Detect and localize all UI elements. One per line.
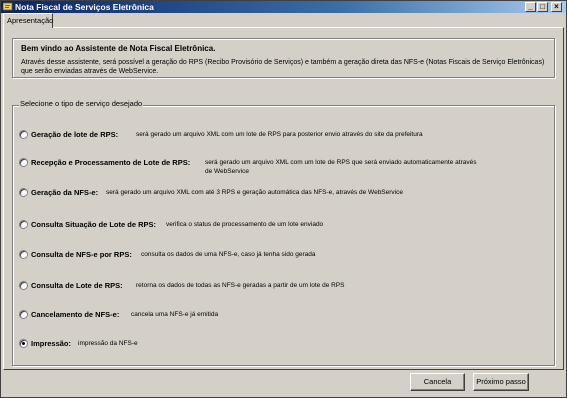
option-label: Consulta Situação de Lote de RPS: [31,220,157,229]
cancel-button[interactable]: Cancela [410,373,465,391]
option-description-line2: de WebService [205,168,249,175]
option-description: será gerado um arquivo XML com até 3 RPS… [106,189,403,196]
tab-apresentacao[interactable]: Apresentação [3,13,53,28]
option-description: impressão da NFS-e [78,340,138,347]
close-button[interactable]: × [551,2,562,12]
radio-button[interactable] [19,250,28,259]
maximize-button[interactable]: □ [537,2,548,12]
radio-button[interactable] [19,158,28,167]
service-group-box [12,105,555,366]
option-label: Geração da NFS-e: [31,188,99,197]
minimize-button[interactable]: _ [525,2,536,12]
option-description: retorna os dados de todas as NFS-e gerad… [136,282,345,289]
radio-button[interactable] [19,339,28,348]
radio-button[interactable] [19,220,28,229]
option-description: verifica o status de processamento de um… [166,221,324,228]
intro-box: Bem vindo ao Assistente de Nota Fiscal E… [12,38,555,78]
option-label: Cancelamento de NFS-e: [31,310,120,319]
option-label: Consulta de NFS-e por RPS: [31,250,132,259]
radio-button[interactable] [19,188,28,197]
option-label: Recepção e Processamento de Lote de RPS: [31,158,191,167]
title-bar[interactable]: Nota Fiscal de Serviços Eletrônica _ □ × [1,1,566,13]
main-window: Nota Fiscal de Serviços Eletrônica _ □ ×… [0,0,567,398]
window-title: Nota Fiscal de Serviços Eletrônica [15,2,154,12]
option-label: Impressão: [31,339,72,348]
option-label: Geração de lote de RPS: [31,130,119,139]
option-description: será gerado um arquivo XML com um lote d… [205,159,477,166]
radio-button[interactable] [19,281,28,290]
radio-button[interactable] [19,130,28,139]
radio-button[interactable] [19,310,28,319]
option-label: Consulta de Lote de RPS: [31,281,123,290]
next-step-button[interactable]: Próximo passo [473,373,529,391]
app-icon [3,2,13,11]
service-group-legend: Selecione o tipo de serviço desejado [19,99,144,108]
intro-title: Bem vindo ao Assistente de Nota Fiscal E… [21,44,216,53]
option-description: consulta os dados de uma NFS-e, caso já … [141,251,316,258]
option-description: será gerado um arquivo XML com um lote d… [136,131,423,138]
intro-text: Através desse assistente, será possível … [21,59,545,75]
option-description: cancela uma NFS-e já emitida [131,311,219,318]
